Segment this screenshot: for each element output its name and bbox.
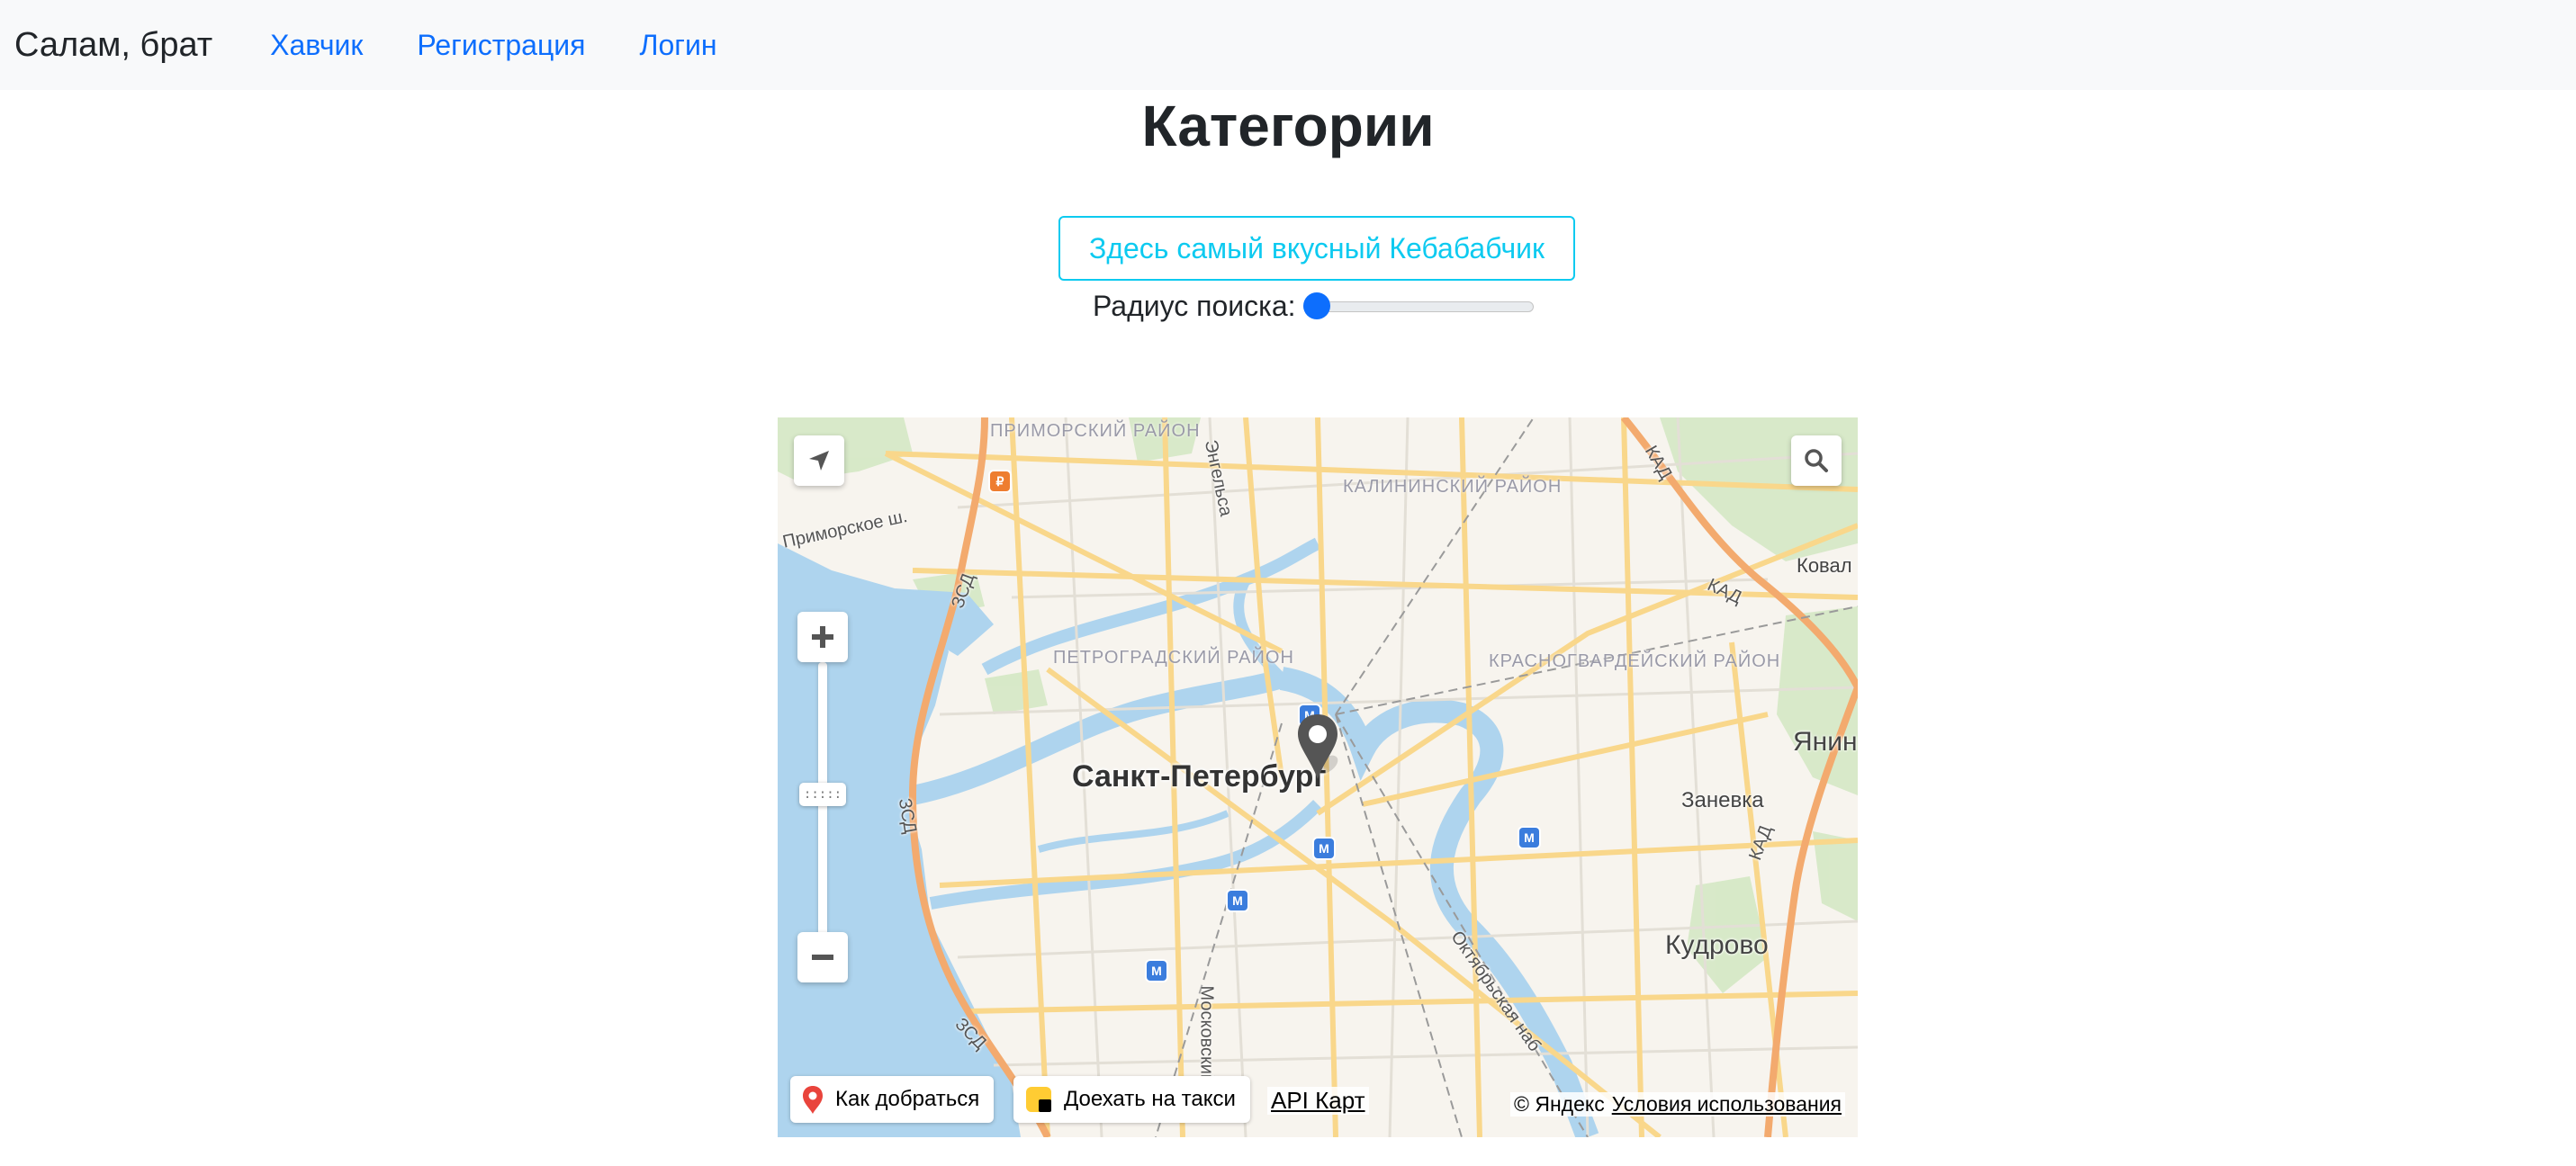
nav-link-food[interactable]: Хавчик [270, 29, 363, 62]
taxi-button[interactable]: Доехать на такси [1013, 1076, 1250, 1123]
city-label: Санкт-Петербург [1072, 759, 1327, 794]
slider-thumb[interactable] [1302, 292, 1330, 319]
place-label: Ковал [1797, 554, 1852, 577]
slider-track[interactable] [1302, 301, 1534, 312]
metro-icon: ₽ [990, 471, 1010, 491]
zoom-handle[interactable]: ::::: [799, 783, 846, 806]
map-copyright: © Яндекс Условия использования [1510, 1092, 1845, 1117]
plus-icon [812, 626, 833, 648]
metro-icon: M [1519, 828, 1539, 848]
place-label: Янин [1793, 727, 1858, 757]
promo-button[interactable]: Здесь самый вкусный Кебабабчик [1058, 216, 1575, 281]
geolocation-button[interactable] [794, 435, 844, 486]
district-label: ПЕТРОГРАДСКИЙ РАЙОН [1053, 648, 1294, 668]
taxi-label: Доехать на такси [1064, 1087, 1236, 1111]
terms-link[interactable]: Условия использования [1612, 1092, 1842, 1117]
location-pin-icon[interactable] [1293, 711, 1343, 787]
radius-label: Радиус поиска: [1093, 289, 1296, 322]
nav-link-login[interactable]: Логин [639, 29, 716, 62]
map-marker-icon [801, 1084, 824, 1115]
district-label: ПРИМОРСКИЙ РАЙОН [990, 421, 1201, 441]
navigation-arrow-icon [809, 451, 829, 471]
page-title: Категории [1141, 94, 1435, 158]
zoom-rail[interactable] [818, 662, 827, 959]
search-icon [1805, 449, 1828, 472]
api-link[interactable]: API Карт [1267, 1087, 1369, 1115]
brand-link[interactable]: Салам, брат [14, 26, 212, 65]
road-label: Московский [1196, 985, 1217, 1085]
taxi-icon [1024, 1085, 1053, 1114]
zoom-in-button[interactable] [797, 612, 848, 662]
place-label: Заневка [1681, 788, 1764, 812]
metro-icon: M [1147, 961, 1166, 981]
route-button[interactable]: Как добраться [790, 1076, 995, 1123]
minus-icon [812, 955, 833, 960]
navbar: Салам, брат Хавчик Регистрация Логин [0, 0, 2576, 90]
copyright-text: © Яндекс [1514, 1092, 1605, 1116]
map[interactable]: ПРИМОРСКИЙ РАЙОН КАЛИНИНСКИЙ РАЙОН ПЕТРО… [778, 417, 1858, 1137]
metro-icon: M [1228, 891, 1247, 910]
radius-control: Радиус поиска: [1093, 286, 1534, 326]
district-label: КАЛИНИНСКИЙ РАЙОН [1343, 477, 1563, 497]
route-label: Как добраться [835, 1087, 980, 1111]
zoom-out-button[interactable] [797, 932, 848, 982]
metro-icon: M [1314, 839, 1334, 858]
nav-link-register[interactable]: Регистрация [417, 29, 585, 62]
map-search-button[interactable] [1791, 435, 1842, 486]
district-label: КРАСНОГВАРДЕЙСКИЙ РАЙОН [1489, 651, 1781, 671]
place-label: Кудрово [1665, 930, 1769, 960]
radius-slider[interactable] [1302, 292, 1534, 319]
